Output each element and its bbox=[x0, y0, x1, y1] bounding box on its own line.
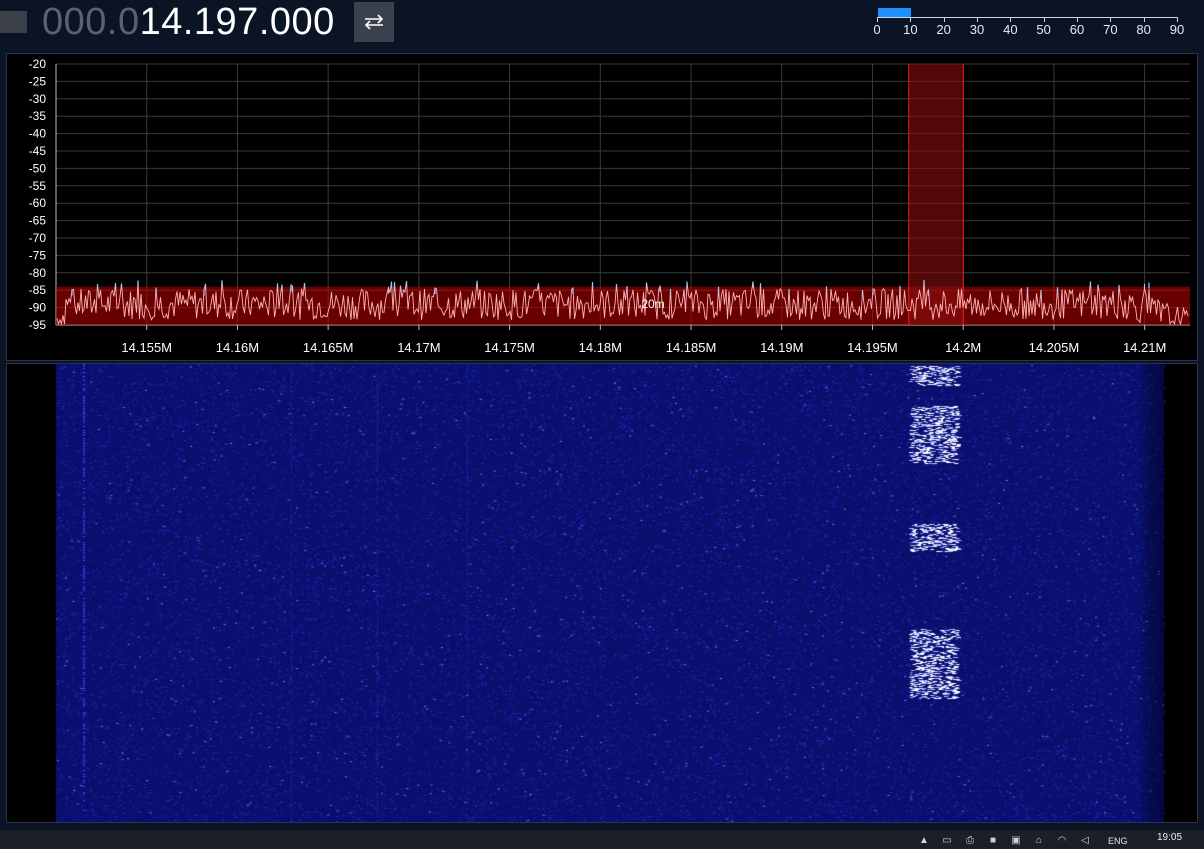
x-tick-label: 14.2M bbox=[945, 340, 981, 355]
app-icon[interactable]: ■ bbox=[987, 835, 999, 847]
top-bar: 000.014.197.000 0 10 20 30 40 50 60 70 80 90 bbox=[0, 0, 1204, 52]
y-tick-label: -30 bbox=[29, 92, 47, 106]
printer-icon[interactable]: ⎙ bbox=[964, 835, 976, 847]
up-arrow-icon[interactable]: ▲ bbox=[918, 835, 930, 847]
y-tick-label: -35 bbox=[29, 109, 47, 123]
y-tick-label: -65 bbox=[29, 214, 47, 228]
y-tick-label: -45 bbox=[29, 144, 47, 158]
x-tick-label: 14.205M bbox=[1029, 340, 1080, 355]
frequency-active-digits[interactable]: 14.197.000 bbox=[140, 1, 335, 43]
signal-meter-label: 30 bbox=[969, 22, 985, 37]
wifi-icon[interactable]: ◠ bbox=[1056, 835, 1068, 847]
signal-meter-label: 0 bbox=[873, 22, 881, 37]
x-tick-label: 14.195M bbox=[847, 340, 898, 355]
spectrum-panel[interactable]: -20 -25 -30 -35 -40 -45 -50 -55 -60 -65 -70 -75 -80 -… bbox=[6, 53, 1198, 361]
y-tick-label: -70 bbox=[29, 231, 47, 245]
y-tick-label: -80 bbox=[29, 266, 47, 280]
band-label: 20m bbox=[641, 297, 664, 311]
x-tick-label: 14.21M bbox=[1123, 340, 1166, 355]
signal-meter-scale bbox=[877, 17, 1177, 18]
y-tick-label: -60 bbox=[29, 196, 47, 210]
run-toggle-button[interactable] bbox=[0, 11, 27, 33]
y-tick-label: -90 bbox=[29, 301, 47, 315]
waterfall-panel[interactable] bbox=[6, 363, 1198, 823]
y-tick-label: -20 bbox=[29, 57, 47, 71]
volume-icon[interactable]: ◁ bbox=[1079, 835, 1091, 847]
x-tick-label: 14.18M bbox=[579, 340, 622, 355]
x-tick-label: 14.16M bbox=[216, 340, 259, 355]
y-tick-label: -40 bbox=[29, 127, 47, 141]
swap-button[interactable] bbox=[354, 2, 394, 42]
x-tick-label: 14.175M bbox=[484, 340, 535, 355]
signal-meter-fill bbox=[878, 8, 912, 17]
x-tick-label: 14.155M bbox=[121, 340, 172, 355]
folder-icon[interactable]: ▣ bbox=[1010, 835, 1022, 847]
network-icon[interactable]: ⌂ bbox=[1033, 835, 1045, 847]
language-indicator[interactable]: ENG bbox=[1108, 836, 1128, 846]
y-tick-label: -75 bbox=[29, 248, 47, 262]
y-tick-label: -85 bbox=[29, 283, 47, 297]
clock[interactable]: 19:05 bbox=[1157, 832, 1182, 843]
signal-meter: 0 10 20 30 40 50 60 70 80 90 bbox=[872, 4, 1187, 44]
y-tick-label: -55 bbox=[29, 179, 47, 193]
signal-meter-label: 40 bbox=[1003, 22, 1018, 37]
swap-arrows-icon bbox=[364, 14, 384, 30]
signal-meter-label: 20 bbox=[936, 22, 951, 37]
x-tick-label: 14.185M bbox=[666, 340, 717, 355]
y-tick-label: -50 bbox=[29, 161, 47, 175]
x-tick-label: 14.17M bbox=[397, 340, 440, 355]
signal-meter-label: 50 bbox=[1036, 22, 1051, 37]
frequency-display[interactable]: 000.014.197.000 bbox=[42, 2, 335, 42]
selected-channel[interactable] bbox=[908, 64, 964, 325]
signal-meter-label: 90 bbox=[1169, 22, 1185, 37]
frequency-leading-digits[interactable]: 000.0 bbox=[42, 1, 140, 43]
spectrum-chart[interactable]: -20 -25 -30 -35 -40 -45 -50 -55 -60 -65 -70 -75 -80 -… bbox=[7, 54, 1197, 360]
monitor-icon[interactable]: ▭ bbox=[941, 835, 953, 847]
waterfall-canvas[interactable] bbox=[7, 364, 1197, 822]
y-tick-label: -25 bbox=[29, 74, 47, 88]
signal-meter-label: 70 bbox=[1103, 22, 1118, 37]
signal-meter-label: 10 bbox=[903, 22, 918, 37]
x-tick-label: 14.165M bbox=[303, 340, 354, 355]
signal-meter-label: 80 bbox=[1136, 22, 1151, 37]
x-tick-label: 14.19M bbox=[760, 340, 803, 355]
signal-meter-label: 60 bbox=[1069, 22, 1085, 37]
y-tick-label: -95 bbox=[29, 318, 47, 332]
taskbar: ▲ ▭ ⎙ ■ ▣ ⌂ ◠ ◁ ENG 19:05 bbox=[0, 830, 1204, 849]
